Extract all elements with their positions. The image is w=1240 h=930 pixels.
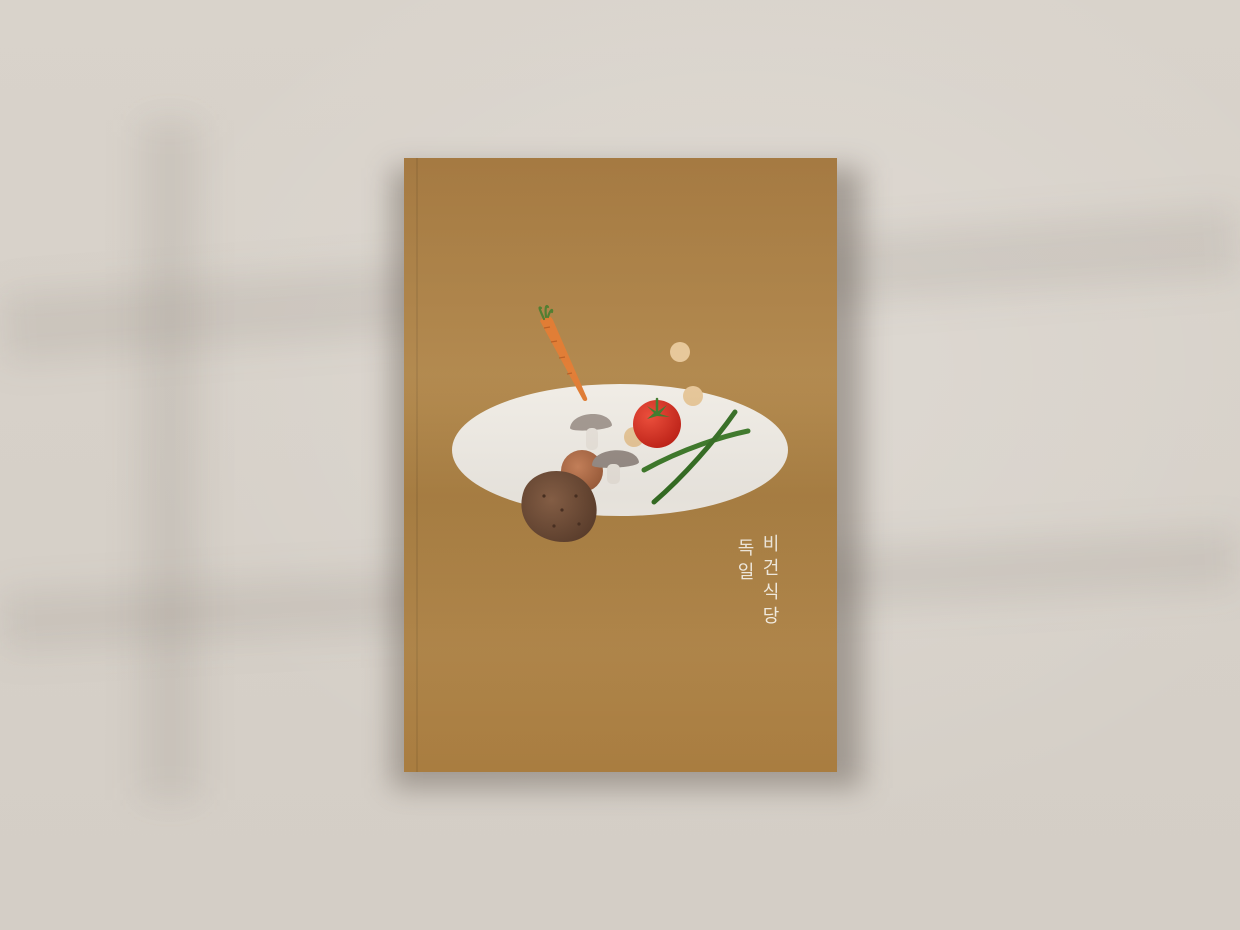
window-shadow-3 [140,120,200,800]
cover-lighting [404,158,837,772]
book-cover: 비 건 식 당 독 일 [404,158,837,772]
